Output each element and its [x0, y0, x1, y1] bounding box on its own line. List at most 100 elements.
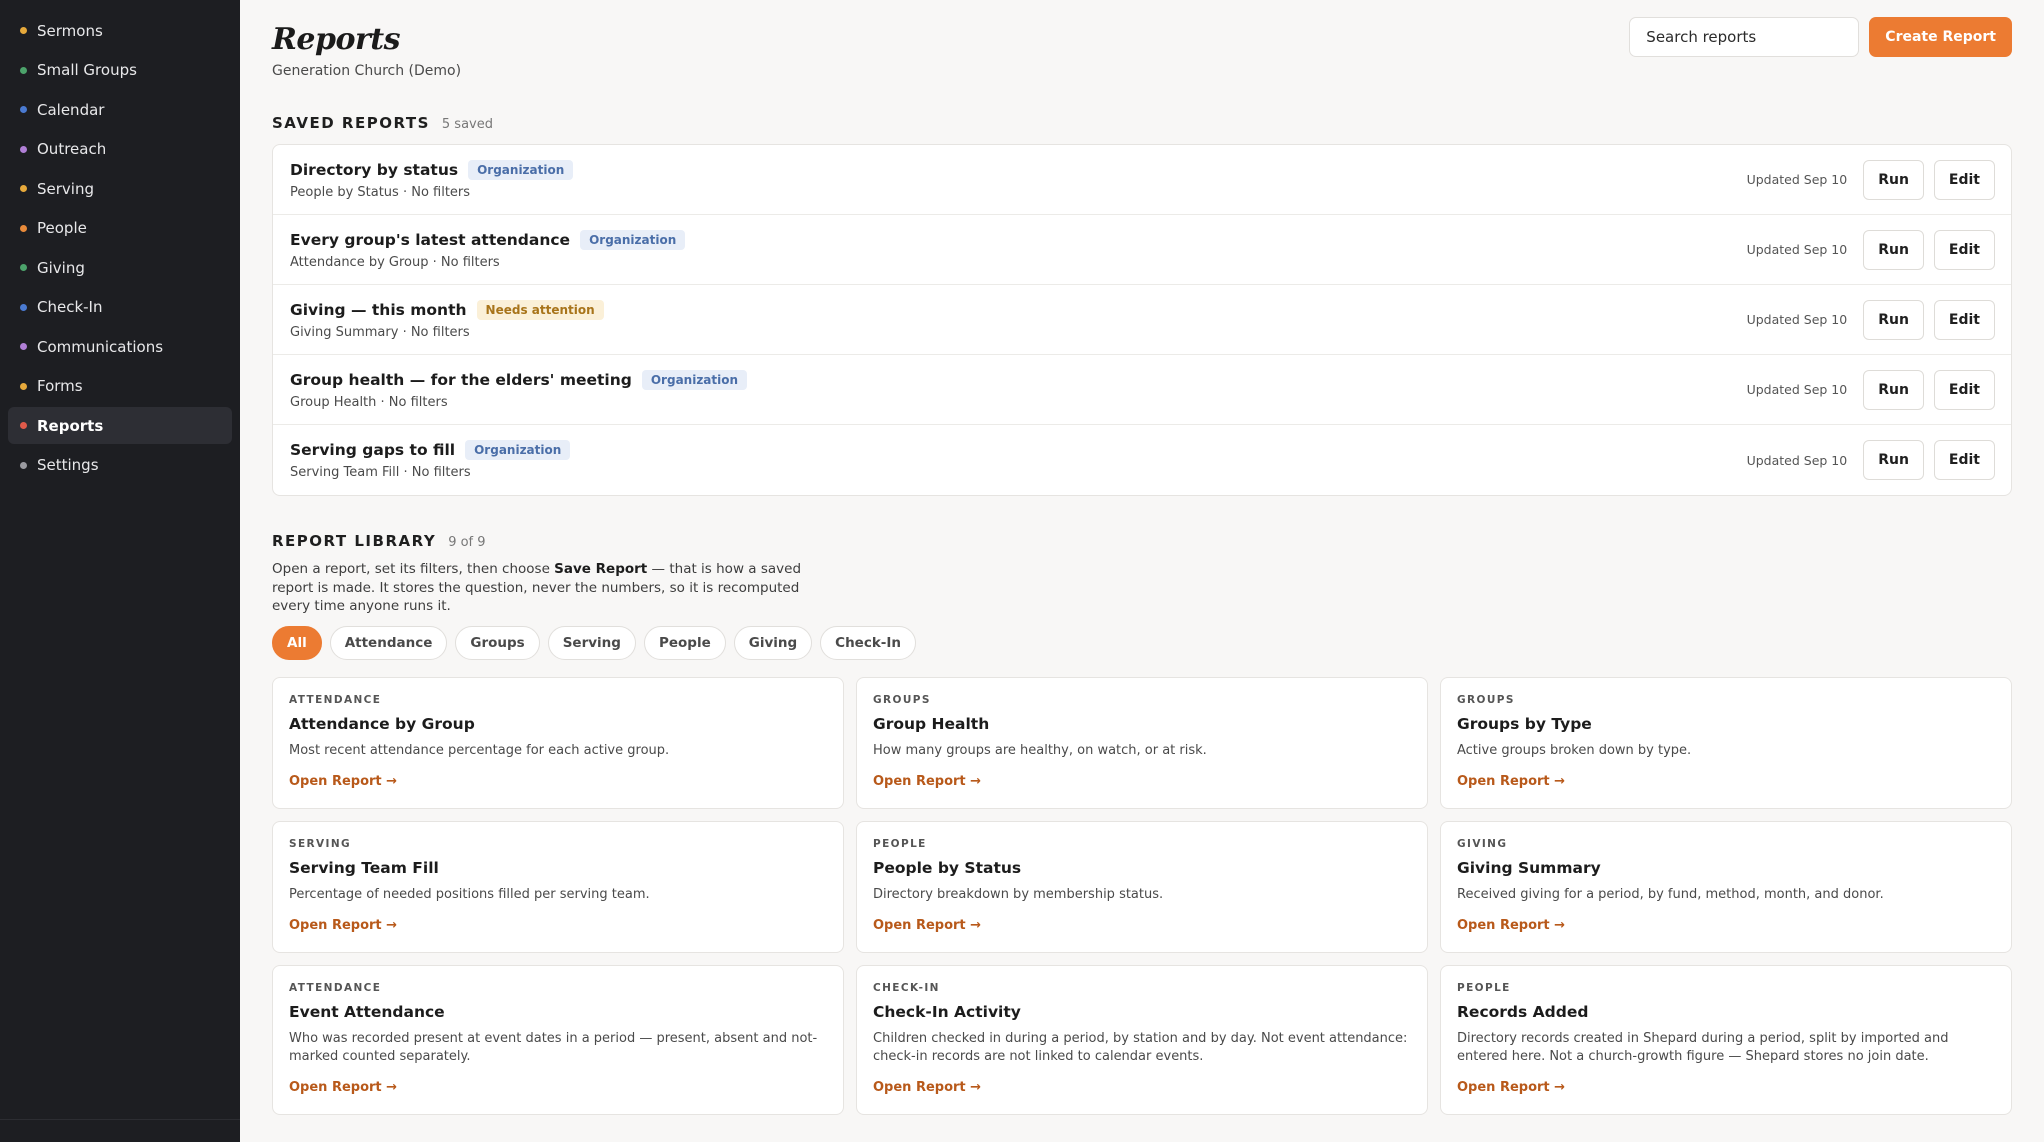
filter-chip-serving[interactable]: Serving: [547, 625, 636, 660]
saved-report-meta: Attendance by Group · No filters: [290, 254, 500, 270]
edit-button[interactable]: Edit: [1933, 440, 1995, 480]
report-library-count: 9 of 9: [448, 535, 486, 550]
edit-button[interactable]: Edit: [1933, 159, 1995, 200]
saved-report-actions: Updated Sep 10 Run Edit: [1747, 299, 1995, 340]
status-dot-icon: [20, 343, 27, 350]
open-report-link[interactable]: Open Report →: [873, 918, 981, 933]
status-dot-icon: [20, 224, 27, 232]
filter-chip-all[interactable]: All: [272, 625, 322, 660]
open-report-link[interactable]: Open Report →: [289, 1080, 397, 1095]
card-category: ATTENDANCE: [289, 693, 382, 706]
saved-report-actions: Updated Sep 10 Run Edit: [1747, 229, 1995, 270]
card-category: CHECK-IN: [873, 981, 940, 994]
status-dot-icon: [20, 106, 27, 113]
open-report-link[interactable]: Open Report →: [873, 774, 981, 789]
report-library-title: REPORT LIBRARY: [272, 532, 437, 550]
saved-report-info: Giving — this month Needs attention Giving…: [290, 299, 604, 340]
report-card-group-health[interactable]: GROUPS Group Health How many groups are he…: [856, 676, 1428, 809]
filter-chip-people[interactable]: People: [643, 625, 726, 660]
sidebar-item-sermons[interactable]: Sermons: [8, 12, 232, 49]
card-title: Check-In Activity: [873, 1002, 1021, 1021]
sidebar-item-giving[interactable]: Giving: [8, 249, 232, 286]
saved-report-name[interactable]: Every group's latest attendance: [290, 231, 570, 249]
open-report-link[interactable]: Open Report →: [289, 918, 397, 933]
sidebar-item-outreach[interactable]: Outreach: [8, 131, 232, 168]
saved-report-name[interactable]: Serving gaps to fill: [290, 441, 455, 459]
card-category: ATTENDANCE: [289, 981, 382, 994]
scope-badge: Organization: [580, 229, 686, 250]
card-description: Received giving for a period, by fund, m…: [1457, 886, 1884, 902]
category-filter-chips: All Attendance Groups Serving People Giving Ch…: [272, 625, 2012, 660]
saved-report-actions: Updated Sep 10 Run Edit: [1747, 369, 1995, 410]
saved-report-meta: Giving Summary · No filters: [290, 324, 470, 340]
saved-report-row: Directory by status Organization People by…: [273, 145, 2011, 215]
run-button[interactable]: Run: [1863, 369, 1924, 410]
card-description: Children checked in during a period, by …: [873, 1030, 1408, 1064]
open-report-link[interactable]: Open Report →: [1457, 918, 1565, 933]
sidebar-item-settings[interactable]: Settings: [8, 447, 232, 484]
open-report-link[interactable]: Open Report →: [873, 1080, 981, 1095]
saved-reports-list: Directory by status Organization People by…: [272, 144, 2012, 496]
status-dot-icon: [20, 422, 27, 429]
sidebar-item-communications[interactable]: Communications: [8, 328, 232, 365]
scope-badge: Organization: [468, 159, 574, 180]
sidebar-item-people[interactable]: People: [8, 210, 232, 247]
filter-chip-check-in[interactable]: Check-In: [820, 625, 917, 660]
open-report-link[interactable]: Open Report →: [1457, 774, 1565, 789]
card-category: GIVING: [1457, 837, 1508, 850]
scope-badge: Organization: [465, 440, 571, 460]
description-text: Open a report, set its filters, then cho…: [272, 561, 555, 577]
report-card-people-by-status[interactable]: PEOPLE People by Status Directory breakdow…: [856, 820, 1428, 953]
saved-report-name[interactable]: Directory by status: [290, 161, 458, 179]
run-button[interactable]: Run: [1863, 299, 1924, 340]
scope-badge: Organization: [641, 369, 748, 390]
filter-chip-groups[interactable]: Groups: [455, 625, 540, 660]
card-description: How many groups are healthy, on watch, o…: [873, 742, 1207, 758]
edit-button[interactable]: Edit: [1933, 369, 1995, 410]
run-button[interactable]: Run: [1863, 440, 1924, 480]
report-card-groups-by-type[interactable]: GROUPS Groups by Type Active groups broken…: [1440, 676, 2012, 809]
card-description: Most recent attendance percentage for ea…: [289, 742, 670, 758]
filter-chip-giving[interactable]: Giving: [733, 625, 813, 660]
saved-reports-count: 5 saved: [441, 117, 493, 132]
edit-button[interactable]: Edit: [1933, 299, 1995, 340]
saved-report-row: Giving — this month Needs attention Giving…: [273, 285, 2011, 355]
sidebar: Sermons Small Groups Calendar Outreach Servi…: [0, 0, 240, 1142]
search-input[interactable]: [1629, 17, 1860, 57]
sidebar-item-check-in[interactable]: Check-In: [8, 289, 232, 326]
sidebar-item-serving[interactable]: Serving: [8, 170, 232, 207]
sidebar-item-small-groups[interactable]: Small Groups: [8, 52, 232, 89]
report-card-check-in-activity[interactable]: CHECK-IN Check-In Activity Children checke…: [856, 964, 1428, 1115]
run-button[interactable]: Run: [1863, 229, 1924, 270]
card-title: Group Health: [873, 714, 990, 733]
status-dot-icon: [20, 382, 27, 390]
report-card-records-added[interactable]: PEOPLE Records Added Directory records cre…: [1440, 964, 2012, 1115]
create-report-button[interactable]: Create Report: [1869, 17, 2012, 57]
card-title: Records Added: [1457, 1002, 1589, 1021]
updated-timestamp: Updated Sep 10: [1746, 452, 1848, 468]
saved-report-name[interactable]: Group health — for the elders' meeting: [290, 371, 632, 389]
sidebar-item-label: Calendar: [37, 100, 105, 119]
sidebar-item-reports[interactable]: Reports: [8, 407, 232, 444]
report-card-giving-summary[interactable]: GIVING Giving Summary Received giving for …: [1440, 820, 2012, 953]
saved-report-meta: Serving Team Fill · No filters: [290, 465, 471, 480]
report-card-event-attendance[interactable]: ATTENDANCE Event Attendance Who was record…: [272, 964, 844, 1115]
header-actions: Create Report: [1629, 17, 2012, 57]
open-report-link[interactable]: Open Report →: [1457, 1080, 1565, 1095]
filter-chip-attendance[interactable]: Attendance: [329, 625, 448, 660]
saved-report-name-line: Giving — this month Needs attention: [290, 299, 604, 320]
sidebar-item-forms[interactable]: Forms: [8, 368, 232, 405]
card-category: GROUPS: [873, 693, 931, 706]
report-card-attendance-by-group[interactable]: ATTENDANCE Attendance by Group Most recent…: [272, 676, 844, 809]
edit-button[interactable]: Edit: [1933, 229, 1995, 270]
saved-report-name[interactable]: Giving — this month: [290, 301, 467, 319]
saved-report-row: Group health — for the elders' meeting Or…: [273, 355, 2011, 425]
report-cards-grid: ATTENDANCE Attendance by Group Most recent…: [272, 676, 2012, 1115]
card-description: Who was recorded present at event dates …: [289, 1030, 818, 1064]
open-report-link[interactable]: Open Report →: [289, 774, 397, 789]
run-button[interactable]: Run: [1863, 159, 1924, 200]
report-card-serving-team-fill[interactable]: SERVING Serving Team Fill Percentage of ne…: [272, 820, 844, 953]
report-library-description: Open a report, set its filters, then cho…: [272, 560, 812, 616]
card-title: Giving Summary: [1457, 858, 1601, 877]
sidebar-item-calendar[interactable]: Calendar: [8, 91, 232, 128]
